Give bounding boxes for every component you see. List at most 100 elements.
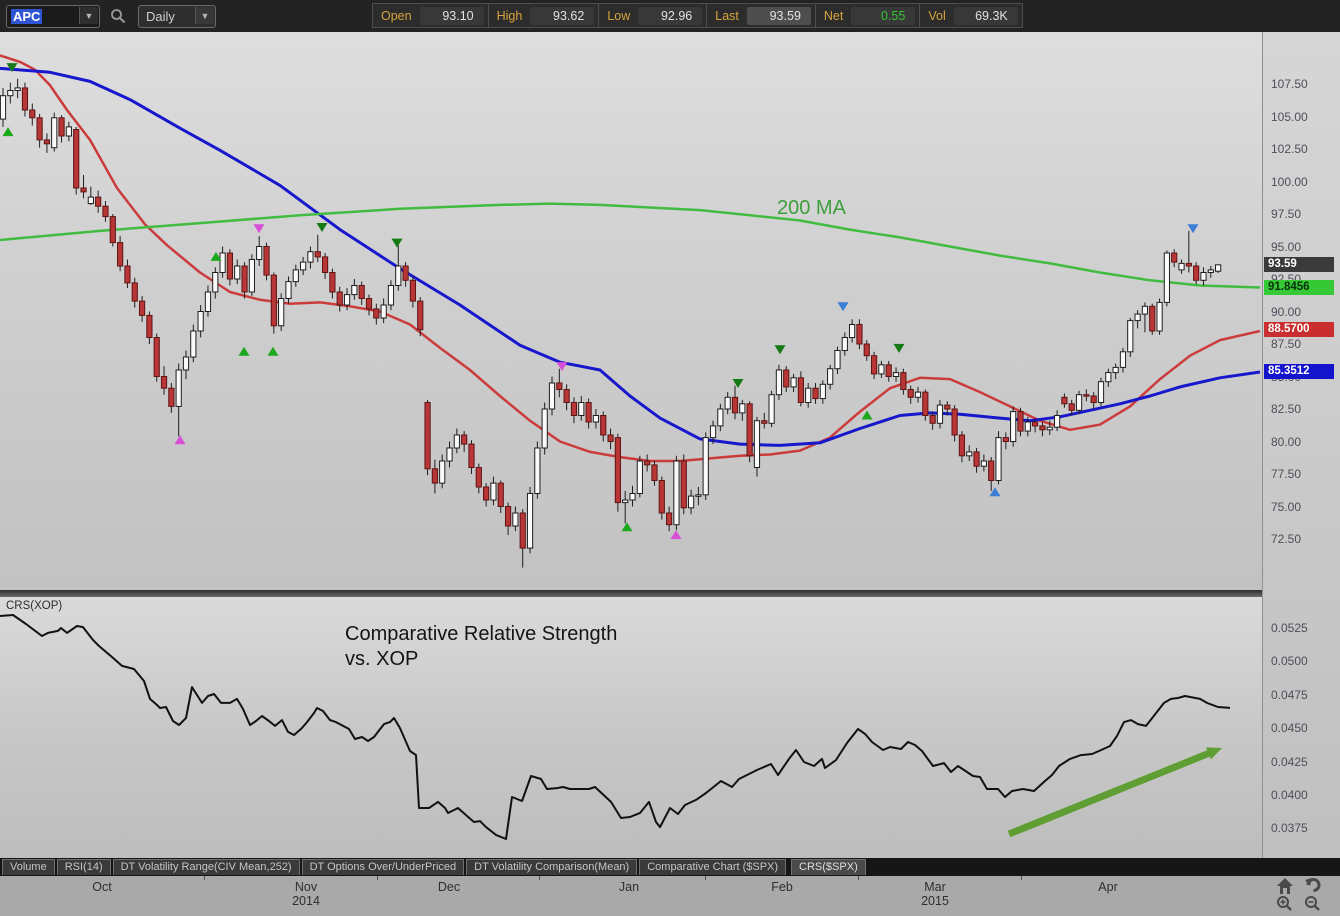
candle bbox=[922, 389, 929, 421]
candle bbox=[892, 367, 900, 382]
crs-chart-pane[interactable] bbox=[0, 597, 1262, 858]
candle bbox=[534, 441, 541, 499]
price-tick: 82.50 bbox=[1271, 402, 1302, 416]
candle bbox=[666, 506, 673, 532]
candle bbox=[966, 445, 973, 461]
search-button[interactable] bbox=[106, 5, 130, 27]
candle bbox=[73, 126, 80, 195]
crs-annotation-line1: Comparative Relative Strength bbox=[345, 623, 618, 645]
candle bbox=[263, 242, 270, 281]
candle bbox=[373, 303, 380, 325]
candle bbox=[1127, 318, 1134, 357]
candle bbox=[109, 214, 116, 247]
candle bbox=[58, 115, 65, 143]
candle bbox=[805, 383, 812, 408]
candle bbox=[248, 254, 255, 296]
candle bbox=[292, 264, 299, 287]
tab-dt-options-over-underpriced[interactable]: DT Options Over/UnderPriced bbox=[301, 859, 465, 875]
candle bbox=[461, 431, 468, 452]
price-axis[interactable]: 107.50105.00102.50100.0097.5095.0092.509… bbox=[1262, 32, 1340, 876]
ma-200-line bbox=[0, 202, 1261, 289]
tab-crs-spx[interactable]: CRS($SPX) bbox=[791, 859, 866, 875]
candle bbox=[182, 350, 190, 380]
indicator-tab-bar: Volume RSI(14) DT Volatility Range(CIV Mea… bbox=[0, 858, 1340, 876]
candle bbox=[1134, 310, 1141, 329]
tab-dt-volatility-comparison-mean[interactable]: DT Volatility Comparison(Mean) bbox=[466, 859, 638, 875]
trend-arrow bbox=[1007, 749, 1213, 838]
candle bbox=[753, 416, 761, 477]
signal-marker-up bbox=[238, 346, 250, 356]
candle bbox=[673, 455, 680, 530]
candle bbox=[1200, 267, 1207, 286]
candle bbox=[1002, 432, 1009, 450]
candle bbox=[314, 234, 321, 263]
symbol-value: APC bbox=[11, 9, 43, 24]
candle bbox=[563, 384, 570, 411]
signal-marker-up bbox=[267, 346, 279, 356]
price-chart-pane[interactable] bbox=[0, 32, 1262, 590]
price-tick: 105.00 bbox=[1271, 109, 1308, 124]
quote-label: Open bbox=[381, 8, 412, 23]
trading-app: { "toolbar": { "symbol": "APC", "period"… bbox=[0, 0, 1340, 916]
quote-field-last: Last 93.59 bbox=[706, 3, 815, 28]
top-toolbar: APC ▼ Daily ▼ Open 93.10 High 93.62 Low 92.96… bbox=[0, 0, 1340, 33]
candle bbox=[351, 279, 358, 300]
candle bbox=[556, 368, 563, 398]
symbol-input[interactable]: APC ▼ bbox=[6, 5, 100, 28]
home-icon[interactable] bbox=[1276, 877, 1294, 895]
price-tick: 87.50 bbox=[1271, 337, 1302, 351]
period-select[interactable]: Daily ▼ bbox=[138, 5, 216, 28]
candle bbox=[14, 78, 21, 99]
quote-label: Net bbox=[823, 8, 844, 23]
candle bbox=[585, 398, 592, 429]
month-tick bbox=[1021, 876, 1022, 880]
candle bbox=[336, 286, 343, 312]
candle bbox=[131, 277, 138, 308]
time-axis[interactable]: Oct Nov Dec Jan Feb Mar Apr 2014 2015 bbox=[0, 876, 1340, 916]
quote-field-net: Net 0.55 bbox=[814, 3, 920, 28]
tab-volume[interactable]: Volume bbox=[2, 859, 55, 875]
candle bbox=[1097, 377, 1105, 407]
candle bbox=[1149, 303, 1156, 335]
candle bbox=[80, 175, 87, 199]
tab-dt-volatility-range-civ-mean-252[interactable]: DT Volatility Range(CIV Mean,252) bbox=[112, 859, 300, 875]
candle bbox=[1178, 259, 1185, 274]
tab-rsi-14[interactable]: RSI(14) bbox=[56, 859, 111, 875]
candle bbox=[914, 386, 922, 403]
pane-splitter[interactable] bbox=[0, 590, 1262, 597]
candle bbox=[790, 373, 797, 393]
reset-view-icon[interactable] bbox=[1304, 876, 1322, 894]
candle bbox=[51, 112, 58, 152]
price-tick: 102.50 bbox=[1271, 142, 1308, 156]
quote-value: 93.59 bbox=[746, 6, 811, 25]
candle bbox=[329, 268, 336, 299]
candle bbox=[812, 383, 819, 404]
candle bbox=[95, 190, 102, 213]
candle bbox=[797, 371, 804, 407]
candle bbox=[995, 431, 1002, 485]
signal-marker-down bbox=[774, 345, 786, 355]
candle bbox=[724, 392, 731, 415]
candle bbox=[607, 428, 614, 450]
zoom-in-icon[interactable] bbox=[1276, 895, 1294, 913]
candle bbox=[197, 305, 204, 338]
crs-annotation: Comparative Relative Strength vs. XOP bbox=[345, 622, 617, 672]
symbol-dropdown-icon[interactable]: ▼ bbox=[79, 7, 98, 24]
quote-label: Vol bbox=[928, 8, 946, 23]
tab-comparative-chart-spx[interactable]: Comparative Chart ($SPX) bbox=[639, 859, 787, 875]
zoom-out-icon[interactable] bbox=[1304, 895, 1322, 913]
candle bbox=[87, 186, 94, 205]
quote-field-open: Open 93.10 bbox=[372, 3, 488, 28]
period-dropdown-icon[interactable]: ▼ bbox=[195, 7, 214, 24]
quote-value: 69.3K bbox=[953, 6, 1018, 25]
candle bbox=[680, 454, 687, 515]
crs-tick: 0.0450 bbox=[1271, 721, 1308, 736]
candle bbox=[783, 366, 790, 393]
candle bbox=[900, 368, 907, 395]
crs-pane-label: CRS(XOP) bbox=[6, 600, 63, 612]
ma200-price-tag: 91.8456 bbox=[1264, 279, 1334, 295]
candle bbox=[0, 87, 7, 127]
candle bbox=[644, 454, 651, 472]
candle bbox=[475, 463, 482, 494]
candle bbox=[160, 366, 168, 395]
